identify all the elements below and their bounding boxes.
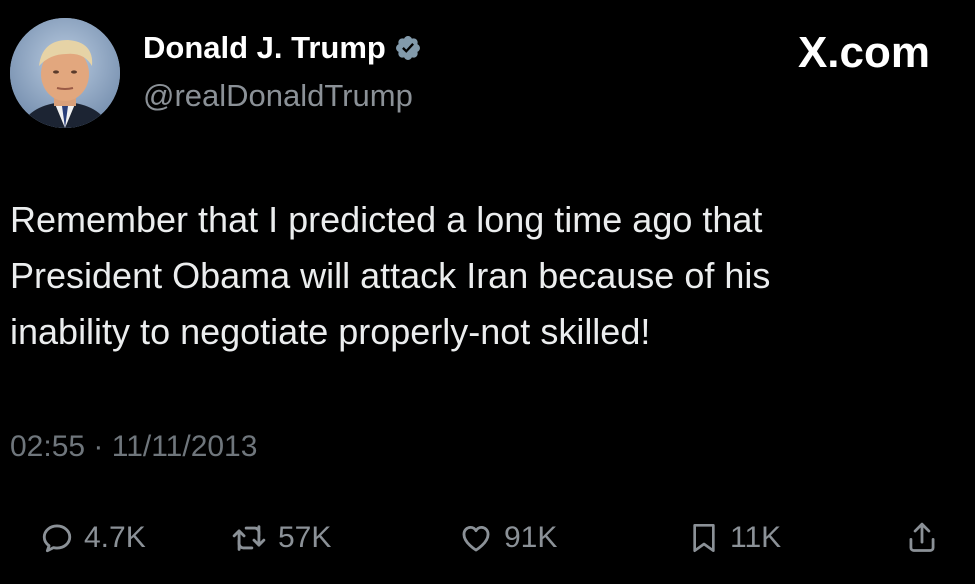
like-button[interactable]: 91K — [458, 508, 557, 568]
author-display-name[interactable]: Donald J. Trump — [143, 30, 422, 66]
bookmark-icon — [688, 520, 720, 556]
post-action-bar: 4.7K 57K 91K 11K — [0, 508, 975, 568]
bookmark-count: 11K — [730, 521, 782, 554]
like-count: 91K — [504, 521, 558, 554]
reply-button[interactable]: 4.7K — [40, 508, 146, 568]
heart-icon — [458, 521, 494, 555]
author-avatar[interactable] — [10, 18, 120, 128]
brand-logo-text: X.com — [797, 28, 930, 77]
share-icon — [905, 520, 939, 556]
repost-icon — [230, 521, 268, 555]
repost-button[interactable]: 57K — [230, 508, 331, 568]
author-handle[interactable]: @realDonaldTrump — [143, 78, 413, 114]
reply-count: 4.7K — [84, 521, 146, 554]
post-text: Remember that I predicted a long time ag… — [10, 199, 771, 352]
share-button[interactable] — [905, 508, 939, 568]
bookmark-button[interactable]: 11K — [688, 508, 781, 568]
avatar-portrait — [10, 18, 120, 128]
author-display-name-text: Donald J. Trump — [143, 30, 386, 65]
verified-badge-icon — [394, 34, 422, 62]
repost-count: 57K — [278, 521, 332, 554]
post-timestamp[interactable]: 02:55 · 11/11/2013 — [10, 430, 257, 464]
reply-icon — [40, 521, 74, 555]
